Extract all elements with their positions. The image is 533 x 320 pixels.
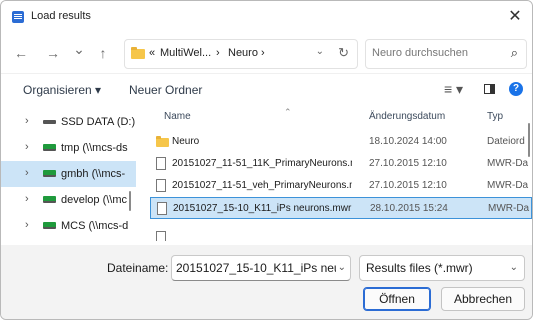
refresh-icon[interactable]: ↻ [338,45,349,61]
sidebar-item-mcs[interactable]: › MCS (\\mcs-d [1,213,136,239]
organize-button[interactable]: Organisieren ▾ [23,83,101,97]
file-date: 27.10.2015 12:10 [369,158,447,169]
open-button[interactable]: Öffnen [363,287,431,311]
network-drive-icon [43,222,56,229]
file-date: 28.10.2015 15:24 [370,203,448,214]
sidebar-item-gmbh[interactable]: › gmbh (\\mcs- [1,161,136,187]
file-row-selected[interactable]: 20151027_15-10_K11_iPs neurons.mwr 28.10… [150,197,532,219]
file-type: Dateiord [487,136,525,147]
dialog-footer: Dateiname: 20151027_15-10_K11_iPs neuron… [1,245,532,319]
up-arrow-icon[interactable]: ↑ [95,45,111,61]
forward-arrow-icon[interactable]: → [45,45,61,61]
search-box[interactable]: Neuro durchsuchen ⌕ [365,39,527,69]
file-list: Name ⌃ Änderungsdatum Typ Neuro 18.10.20… [138,107,532,245]
command-toolbar: Organisieren ▾ Neuer Ordner ≡ ▾ ? [1,73,532,108]
address-dropdown-icon[interactable]: ⌄ [316,46,324,57]
sidebar-scrollbar[interactable] [129,191,131,211]
sidebar-item-label: MCS (\\mcs-d [61,220,129,232]
breadcrumb-neuro[interactable]: Neuro [228,47,258,59]
file-name: 20151027_15-10_K11_iPs neurons.mwr [173,203,352,214]
file-list-scrollbar[interactable] [528,123,530,157]
file-name: Neuro [172,136,200,147]
file-type: MWR-Da [488,203,530,214]
expand-chevron-icon[interactable]: › [25,167,29,179]
file-open-dialog: Load results ✕ ← → ⌄ ↑ « MultiWel... › N… [0,0,533,320]
chevron-down-icon[interactable]: ⌄ [510,262,518,273]
file-type: MWR-Da [487,158,529,169]
breadcrumb-multiwell[interactable]: MultiWel... [160,47,211,59]
network-drive-icon [43,196,56,203]
file-row[interactable]: 20151027_11-51_veh_PrimaryNeurons.mwr 27… [150,175,532,197]
expand-chevron-icon[interactable]: › [25,141,29,153]
search-placeholder: Neuro durchsuchen [372,47,469,59]
file-name: 20151027_11-51_veh_PrimaryNeurons.mwr [172,180,352,191]
chevron-down-icon[interactable]: ⌄ [338,262,346,273]
help-icon[interactable]: ? [509,82,523,96]
title-bar: Load results ✕ [1,1,532,33]
expand-chevron-icon[interactable]: › [25,115,29,127]
back-arrow-icon[interactable]: ← [13,45,29,61]
file-date: 27.10.2015 12:10 [369,180,447,191]
expand-chevron-icon[interactable]: › [25,219,29,231]
breadcrumb-separator[interactable]: › [216,47,220,59]
view-options-icon[interactable]: ≡ ▾ [444,81,463,98]
new-folder-button[interactable]: Neuer Ordner [129,83,202,97]
close-icon[interactable]: ✕ [498,1,532,33]
file-type: MWR-Da [487,180,529,191]
expand-chevron-icon[interactable]: › [25,193,29,205]
preview-pane-icon[interactable] [484,84,495,94]
network-drive-icon [43,170,56,177]
file-type-select[interactable]: Results files (*.mwr) ⌄ [359,255,525,281]
sidebar-item-label: tmp (\\mcs-ds [61,142,128,154]
folder-icon [131,47,145,59]
sort-ascending-icon: ⌃ [284,107,292,117]
file-icon [156,157,166,170]
sidebar-item-ssd-data[interactable]: › SSD DATA (D:) [1,109,136,135]
window-title: Load results [31,10,91,22]
network-drive-icon [43,144,56,151]
sidebar-item-label: gmbh (\\mcs- [61,168,126,180]
sidebar-item-label: develop (\\mc [61,194,128,206]
column-name-label: Name [164,111,191,122]
file-icon [156,179,166,192]
file-type-value: Results files (*.mwr) [366,261,473,275]
sidebar-item-develop[interactable]: › develop (\\mc [1,187,136,213]
address-bar[interactable]: « MultiWel... › Neuro › ⌄ ↻ [124,39,358,69]
file-row[interactable]: Neuro 18.10.2024 14:00 Dateiord [150,131,532,153]
file-row[interactable]: 20151027_11-51_11K_PrimaryNeurons.mwr 27… [150,153,532,175]
filename-label: Dateiname: [107,261,169,275]
search-icon[interactable]: ⌕ [511,45,518,61]
breadcrumb-overflow[interactable]: « [149,47,155,59]
folder-icon [156,136,169,147]
recent-locations-chevron-icon[interactable]: ⌄ [71,41,87,57]
file-name: 20151027_11-51_11K_PrimaryNeurons.mwr [172,158,352,169]
navigation-bar: ← → ⌄ ↑ « MultiWel... › Neuro › ⌄ ↻ Neur… [1,33,532,73]
filename-value: 20151027_15-10_K11_iPs neurons.mwr [176,261,336,275]
file-row-partial[interactable] [150,221,532,241]
drive-icon [43,120,56,124]
cancel-button[interactable]: Abbrechen [441,287,525,311]
file-icon [156,231,166,241]
sidebar-item-label: SSD DATA (D:) [61,116,135,128]
navigation-pane: › SSD DATA (D:) › tmp (\\mcs-ds › gmbh (… [1,107,138,245]
sidebar-item-tmp[interactable]: › tmp (\\mcs-ds [1,135,136,161]
filename-input[interactable]: 20151027_15-10_K11_iPs neurons.mwr ⌄ [171,255,351,281]
file-date: 18.10.2024 14:00 [369,136,447,147]
app-icon [12,11,24,23]
breadcrumb-separator[interactable]: › [261,47,265,59]
file-icon [157,202,167,215]
